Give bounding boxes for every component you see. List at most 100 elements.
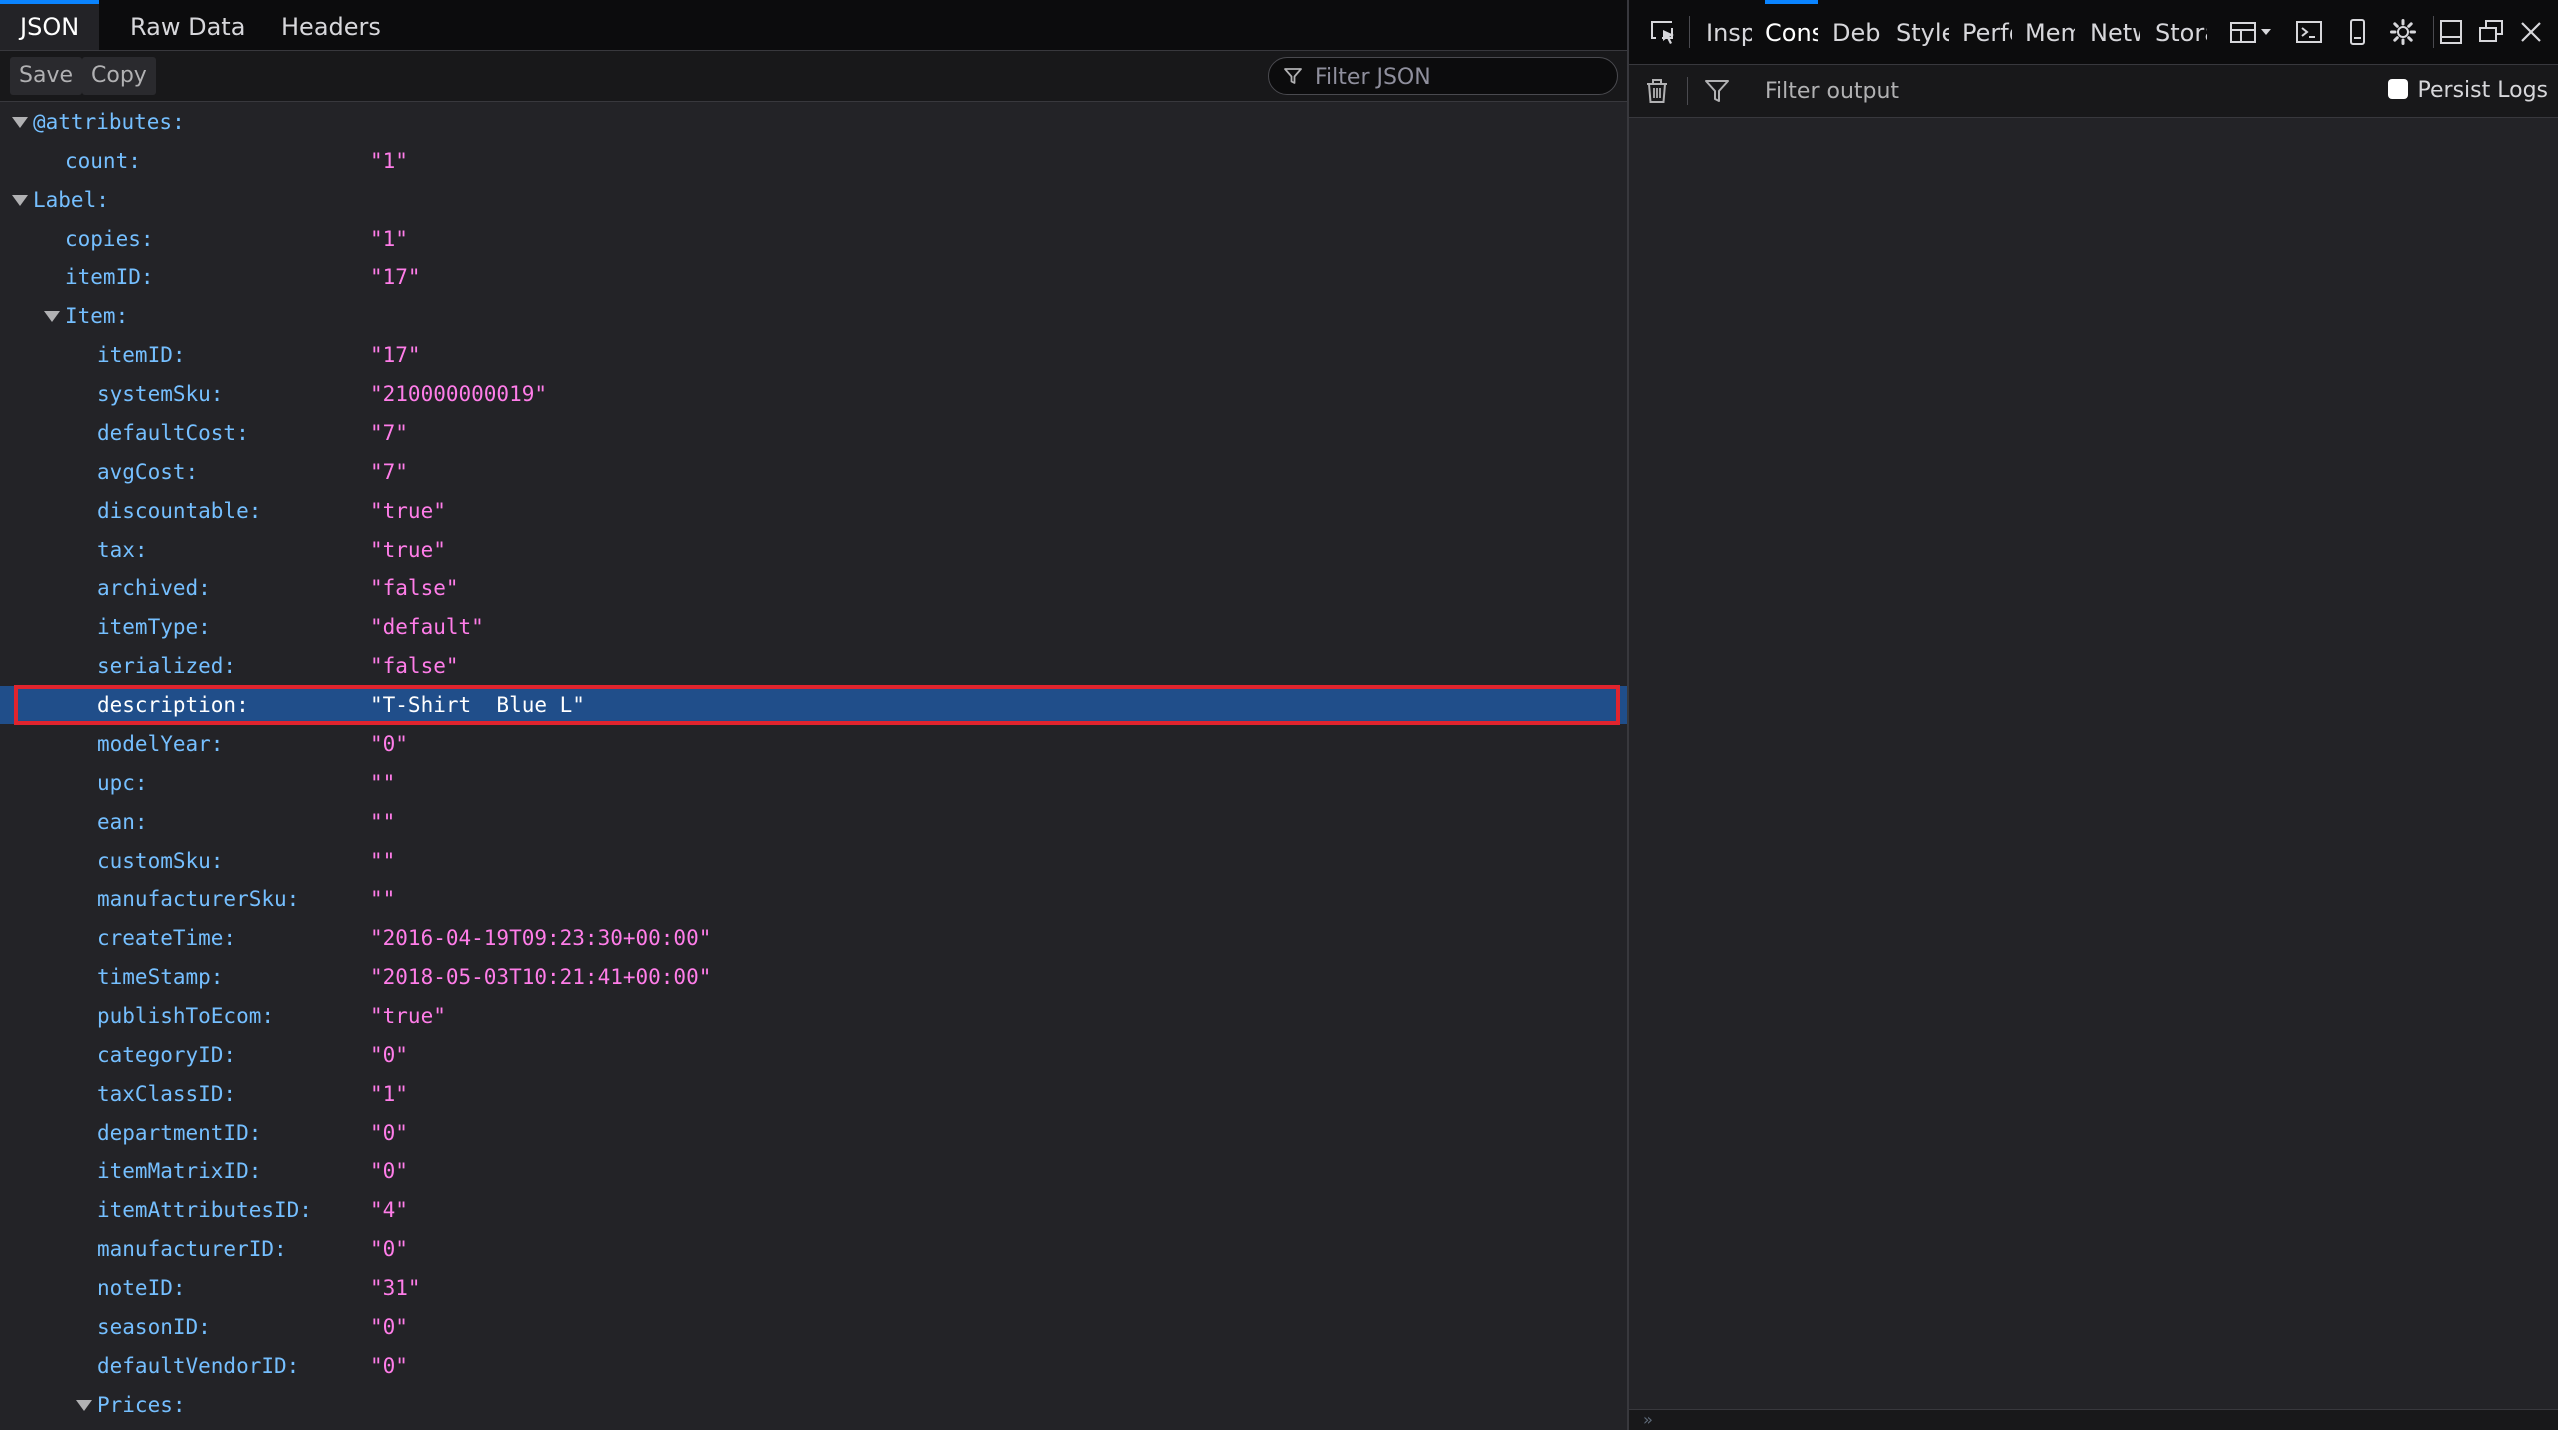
save-button[interactable]: Save — [10, 57, 83, 95]
json-viewer-panel: JSON Raw Data Headers Save Copy @attribu… — [0, 0, 1627, 1430]
tree-key: publishToEcom: — [97, 1004, 275, 1028]
tree-row[interactable]: categoryID: "0" — [0, 1036, 1627, 1074]
tree-key: upc: — [97, 770, 148, 795]
filter-json-box[interactable] — [1268, 57, 1618, 96]
json-tree: @attributes: count: "1" Label: copies: "1" ite… — [0, 101, 1627, 1430]
tab-headers[interactable]: Headers — [261, 0, 401, 50]
copy-button[interactable]: Copy — [82, 57, 156, 95]
tree-row[interactable]: departmentID: "0" — [0, 1114, 1627, 1152]
tree-key: modelYear: — [97, 731, 224, 756]
tree-row[interactable]: taxClassID: "1" — [0, 1075, 1627, 1113]
persist-logs-label: Persist Logs — [2417, 78, 2548, 103]
tree-node[interactable]: Label: — [0, 181, 1627, 219]
tab-raw-data[interactable]: Raw Data — [110, 0, 265, 50]
tree-row[interactable]: copies: "1" — [0, 220, 1627, 258]
dock-bottom-icon[interactable] — [2437, 18, 2465, 46]
tree-key: createTime: — [97, 926, 237, 951]
tree-key: itemID: — [65, 265, 154, 290]
tree-value: "4" — [370, 1198, 408, 1223]
tree-row[interactable]: itemID: "17" — [0, 336, 1627, 374]
tree-key: itemType: — [97, 615, 211, 640]
tree-node[interactable]: @attributes: — [0, 103, 1627, 141]
tab-debugger[interactable]: Debu — [1832, 0, 1882, 64]
tab-memory[interactable]: Mem — [2025, 0, 2075, 64]
tree-row[interactable]: noteID: "31" — [0, 1269, 1627, 1307]
close-icon[interactable] — [2517, 18, 2545, 46]
tree-value: "2018-05-03T10:21:41+00:00" — [370, 965, 712, 990]
tree-row[interactable]: description: "T-Shirt Blue L" — [0, 686, 1627, 725]
tree-row[interactable]: avgCost: "7" — [0, 453, 1627, 491]
tree-node[interactable]: Prices: — [0, 1386, 1627, 1424]
tree-node[interactable]: ItemPrice: — [0, 1425, 1627, 1430]
filter-output-input[interactable] — [1763, 65, 2267, 119]
tree-row[interactable]: itemMatrixID: "0" — [0, 1152, 1627, 1190]
frame-select-icon[interactable] — [2229, 18, 2279, 46]
tree-row[interactable]: manufacturerID: "0" — [0, 1230, 1627, 1268]
expand-arrow-icon[interactable] — [44, 311, 60, 323]
tree-value: "0" — [370, 731, 408, 756]
tree-node[interactable]: Item: — [0, 297, 1627, 335]
trash-icon[interactable] — [1643, 77, 1671, 105]
tree-key: Label: — [33, 187, 109, 212]
tree-key: discountable: — [97, 498, 262, 523]
expand-arrow-icon[interactable] — [76, 1399, 92, 1411]
tab-storage[interactable]: Stora — [2155, 0, 2207, 64]
tree-row[interactable]: itemType: "default" — [0, 608, 1627, 646]
tree-key: avgCost: — [97, 459, 199, 484]
tree-row[interactable]: itemAttributesID: "4" — [0, 1191, 1627, 1229]
tree-value: "0" — [370, 1120, 408, 1145]
filter-json-input[interactable] — [1313, 58, 1607, 96]
responsive-design-icon[interactable] — [2343, 18, 2371, 46]
tree-key: systemSku: — [97, 382, 224, 407]
tree-row[interactable]: manufacturerSku: "" — [0, 880, 1627, 918]
tree-row[interactable]: ean: "" — [0, 803, 1627, 841]
tree-row[interactable]: timeStamp: "2018-05-03T10:21:41+00:00" — [0, 958, 1627, 996]
filter-icon — [1705, 80, 1729, 102]
persist-logs-checkbox[interactable] — [2387, 79, 2408, 99]
tree-row[interactable]: tax: "true" — [0, 531, 1627, 569]
tree-row[interactable]: count: "1" — [0, 142, 1627, 180]
json-viewer-tabbar: JSON Raw Data Headers — [0, 0, 1627, 51]
tree-value: "17" — [370, 265, 421, 290]
tree-value: "true" — [370, 498, 446, 523]
tab-json[interactable]: JSON — [0, 0, 100, 50]
tree-row[interactable]: defaultVendorID: "0" — [0, 1347, 1627, 1385]
element-picker-icon[interactable] — [1649, 18, 1677, 46]
separate-window-icon[interactable] — [2477, 18, 2505, 46]
tab-performance[interactable]: Perfo — [1962, 0, 2012, 64]
tab-style-editor[interactable]: Style — [1896, 0, 1949, 64]
tree-row[interactable]: customSku: "" — [0, 842, 1627, 880]
tree-key: manufacturerID: — [97, 1237, 287, 1262]
tree-row[interactable]: archived: "false" — [0, 569, 1627, 607]
tree-row[interactable]: systemSku: "210000000019" — [0, 375, 1627, 413]
tree-value: "true" — [370, 1004, 446, 1028]
tree-row[interactable]: defaultCost: "7" — [0, 414, 1627, 452]
tree-row[interactable]: seasonID: "0" — [0, 1308, 1627, 1346]
tree-value: "T-Shirt Blue L" — [370, 693, 585, 718]
expand-arrow-icon[interactable] — [12, 194, 28, 206]
console-input[interactable]: » — [1629, 1409, 2558, 1430]
tree-key: copies: — [65, 226, 154, 251]
tab-console[interactable]: Cons — [1765, 0, 1818, 64]
persist-logs-toggle[interactable]: Persist Logs — [2387, 65, 2548, 117]
tree-value: "false" — [370, 654, 459, 679]
split-console-icon[interactable] — [2295, 18, 2323, 46]
tree-row[interactable]: modelYear: "0" — [0, 725, 1627, 763]
tree-row[interactable]: serialized: "false" — [0, 647, 1627, 685]
settings-gear-icon[interactable] — [2389, 18, 2417, 46]
tab-inspector[interactable]: Insp — [1706, 0, 1752, 64]
tree-value: "17" — [370, 343, 421, 368]
tree-row[interactable]: publishToEcom: "true" — [0, 997, 1627, 1035]
tree-value: "1" — [370, 226, 408, 251]
tree-key: noteID: — [97, 1276, 186, 1301]
expand-arrow-icon[interactable] — [12, 117, 28, 128]
tree-row[interactable]: itemID: "17" — [0, 258, 1627, 296]
tree-key: ItemPrice: — [129, 1425, 255, 1430]
tree-key: ean: — [97, 809, 148, 834]
tab-network[interactable]: Netw — [2090, 0, 2140, 64]
tree-row[interactable]: createTime: "2016-04-19T09:23:30+00:00" — [0, 919, 1627, 957]
tree-row[interactable]: upc: "" — [0, 764, 1627, 802]
tree-value: "1" — [370, 148, 408, 173]
tree-row[interactable]: discountable: "true" — [0, 492, 1627, 530]
console-prompt: » — [1643, 1410, 1653, 1429]
